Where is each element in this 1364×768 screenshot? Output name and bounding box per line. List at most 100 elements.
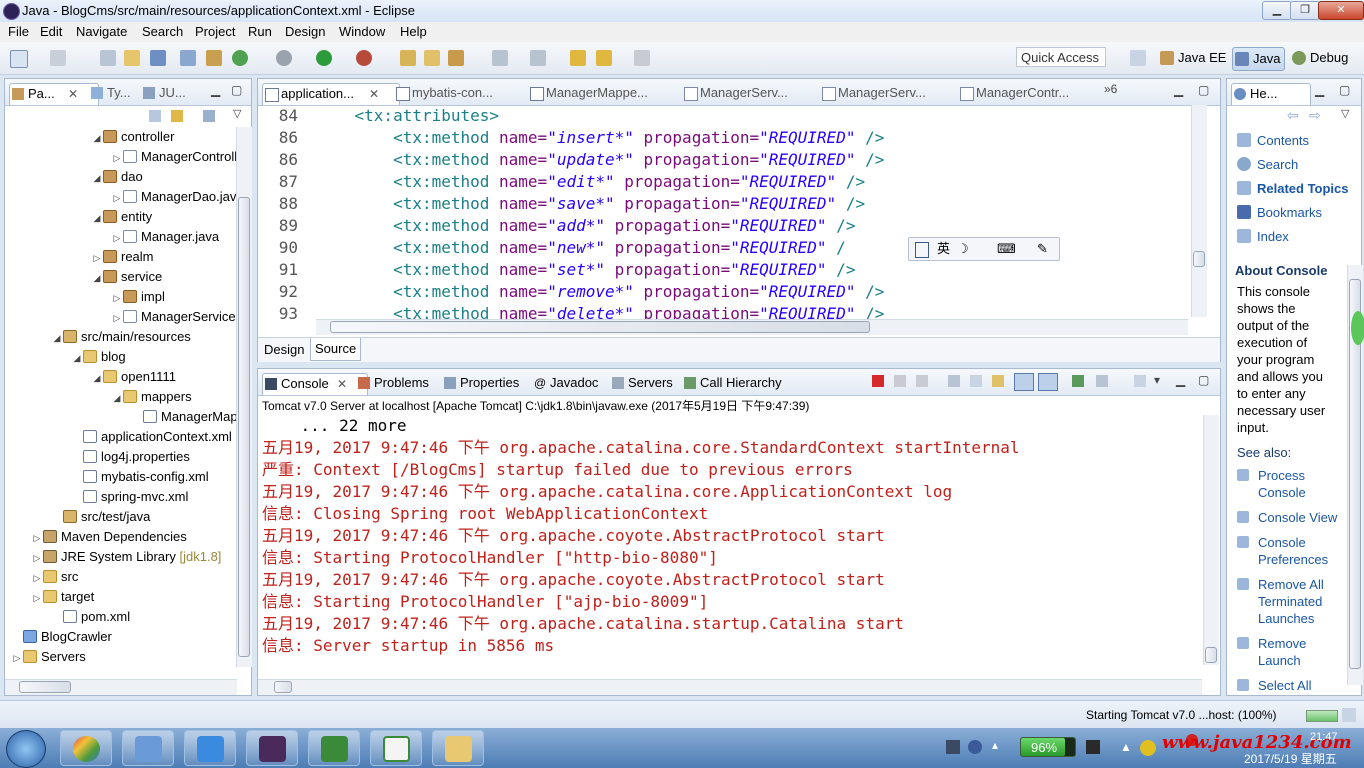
tab-manager-service-impl[interactable]: ManagerServ... <box>820 83 926 104</box>
tray-arrow-icon[interactable]: ▲ <box>1120 740 1132 754</box>
expand-toggle-icon[interactable]: ▷ <box>111 308 123 328</box>
tab-package-explorer[interactable]: Pa... ✕ <box>9 83 99 105</box>
tab-type-hierarchy[interactable]: Ty... <box>89 83 131 104</box>
tab-servers[interactable]: Servers <box>610 373 673 394</box>
see-also-link[interactable]: Remove Launch <box>1258 635 1306 669</box>
help-link-related-topics[interactable]: Related Topics <box>1257 181 1349 196</box>
chevron-down-icon[interactable]: ▽ <box>233 107 241 120</box>
menu-help[interactable]: Help <box>400 24 427 39</box>
menu-window[interactable]: Window <box>339 24 385 39</box>
tree-item[interactable]: ▷ Servers <box>11 647 86 667</box>
close-button[interactable]: ✕ <box>1318 1 1364 20</box>
console-horizontal-scrollbar[interactable] <box>258 679 1202 695</box>
view-menu-icon[interactable] <box>203 110 215 122</box>
tree-item[interactable]: ◢ blog <box>71 347 126 367</box>
tab-help[interactable]: He... <box>1231 83 1311 105</box>
expand-toggle-icon[interactable]: ▷ <box>31 548 43 568</box>
build-icon[interactable] <box>206 50 222 66</box>
tree-item[interactable]: ◢ dao <box>91 167 143 187</box>
tree-item[interactable]: ◢ service <box>91 267 163 288</box>
maximize-button[interactable]: ❐ <box>1290 1 1320 20</box>
chevron-down-icon[interactable]: ▾ <box>1154 373 1160 387</box>
minimize-view-icon[interactable]: ▁ <box>1315 83 1324 97</box>
perspective-debug[interactable]: Debug <box>1290 47 1352 69</box>
expand-toggle-icon[interactable]: ▷ <box>111 288 123 308</box>
minimize-button[interactable]: ▁ <box>1262 1 1292 20</box>
tab-javadoc[interactable]: @ Javadoc <box>532 373 598 394</box>
ime-moon-icon[interactable]: ☽ <box>957 238 969 260</box>
maximize-view-icon[interactable]: ▢ <box>1198 83 1209 97</box>
tree-item[interactable]: ▷ ManagerService.java <box>111 307 237 327</box>
perspective-java-ee[interactable]: Java EE <box>1158 47 1230 69</box>
menu-run[interactable]: Run <box>248 24 272 39</box>
tree-item[interactable]: mybatis-config.xml <box>71 467 209 487</box>
tab-properties[interactable]: Properties <box>442 373 519 394</box>
taskbar-explorer[interactable] <box>432 730 484 766</box>
pin-console-icon[interactable] <box>1072 375 1084 387</box>
tree-item[interactable]: ▷ JRE System Library [jdk1.8] <box>31 547 222 568</box>
tab-manager-controller[interactable]: ManagerContr... <box>958 83 1069 104</box>
console-vertical-scrollbar[interactable] <box>1203 415 1219 665</box>
back-arrow-icon[interactable]: ⇦ <box>1287 107 1299 124</box>
tree-item[interactable]: ▷ target <box>31 587 95 607</box>
open-perspective-icon[interactable] <box>1130 50 1146 66</box>
tray-expand-icon[interactable]: ▴ <box>992 738 998 752</box>
expand-toggle-icon[interactable]: ◢ <box>91 208 103 228</box>
chevron-down-icon[interactable]: ▽ <box>1341 107 1349 120</box>
tab-overflow[interactable]: »6 <box>1104 82 1117 96</box>
minimize-view-icon[interactable]: ▁ <box>211 83 220 97</box>
external-tools-icon[interactable] <box>356 50 372 66</box>
tab-console[interactable]: Console ✕ <box>262 373 368 395</box>
new-package-icon[interactable] <box>400 50 416 66</box>
expand-toggle-icon[interactable]: ◢ <box>91 168 103 188</box>
tree-item[interactable]: src/test/java <box>51 507 150 527</box>
tree-item[interactable]: applicationContext.xml <box>71 427 232 447</box>
maximize-view-icon[interactable]: ▢ <box>1198 373 1209 387</box>
back-icon[interactable] <box>596 50 612 66</box>
tree-item[interactable]: ◢ open1111 <box>91 367 176 387</box>
tray-icon-1[interactable] <box>946 740 960 754</box>
run-icon[interactable] <box>316 50 332 66</box>
start-button[interactable] <box>6 730 46 768</box>
expand-toggle-icon[interactable]: ▷ <box>31 528 43 548</box>
tree-item[interactable]: ◢ controller <box>91 127 175 147</box>
see-also-link[interactable]: Remove All Terminated Launches <box>1258 576 1324 627</box>
expand-toggle-icon[interactable]: ◢ <box>91 268 103 288</box>
open-type-icon[interactable] <box>124 50 140 66</box>
code-line[interactable]: 86 <tx:method name="update*" propagation… <box>258 149 1190 171</box>
expand-toggle-icon[interactable]: ◢ <box>51 328 63 348</box>
tree-item[interactable]: spring-mvc.xml <box>71 487 188 507</box>
terminal-icon[interactable] <box>150 50 166 66</box>
tree-item[interactable]: ▷ ManagerDao.java <box>111 187 237 207</box>
menu-edit[interactable]: Edit <box>40 24 62 39</box>
scrollbar-thumb[interactable] <box>274 681 292 693</box>
show-stdout-icon[interactable] <box>1014 373 1034 391</box>
console-output[interactable]: ... 22 more 五月19, 2017 9:47:46 下午 org.apa… <box>258 415 1202 679</box>
expand-toggle-icon[interactable]: ▷ <box>31 568 43 588</box>
see-also-link[interactable]: Select All <box>1258 677 1311 693</box>
close-icon[interactable]: ✕ <box>68 84 78 104</box>
floating-widget-icon[interactable] <box>1351 311 1364 345</box>
debug-icon[interactable] <box>276 50 292 66</box>
help-link-index[interactable]: Index <box>1257 229 1289 244</box>
pen-icon[interactable] <box>448 50 464 66</box>
taskbar-wps[interactable] <box>184 730 236 766</box>
tree-item[interactable]: ▷ impl <box>111 287 165 307</box>
new-icon[interactable] <box>10 50 28 68</box>
ime-keyboard-icon[interactable]: ⌨ <box>997 238 1016 260</box>
remove-all-icon[interactable] <box>916 375 928 387</box>
close-icon[interactable]: ✕ <box>337 374 347 394</box>
clock-time[interactable]: 21:47 <box>1310 731 1338 743</box>
code-line[interactable]: 88 <tx:method name="save*" propagation="… <box>258 193 1190 215</box>
display-console-icon[interactable] <box>1096 375 1108 387</box>
scrollbar-thumb[interactable] <box>1193 251 1205 267</box>
tab-junit[interactable]: JU... <box>141 83 186 104</box>
maximize-view-icon[interactable]: ▢ <box>1339 83 1350 97</box>
expand-toggle-icon[interactable]: ▷ <box>111 148 123 168</box>
tab-problems[interactable]: Problems <box>356 373 429 394</box>
expand-toggle-icon[interactable]: ◢ <box>111 388 123 408</box>
tree-item[interactable]: ▷ realm <box>91 247 154 267</box>
help-link-contents[interactable]: Contents <box>1257 133 1309 148</box>
ime-language[interactable]: 英 <box>937 238 950 260</box>
taskbar-dolphin[interactable] <box>122 730 174 766</box>
